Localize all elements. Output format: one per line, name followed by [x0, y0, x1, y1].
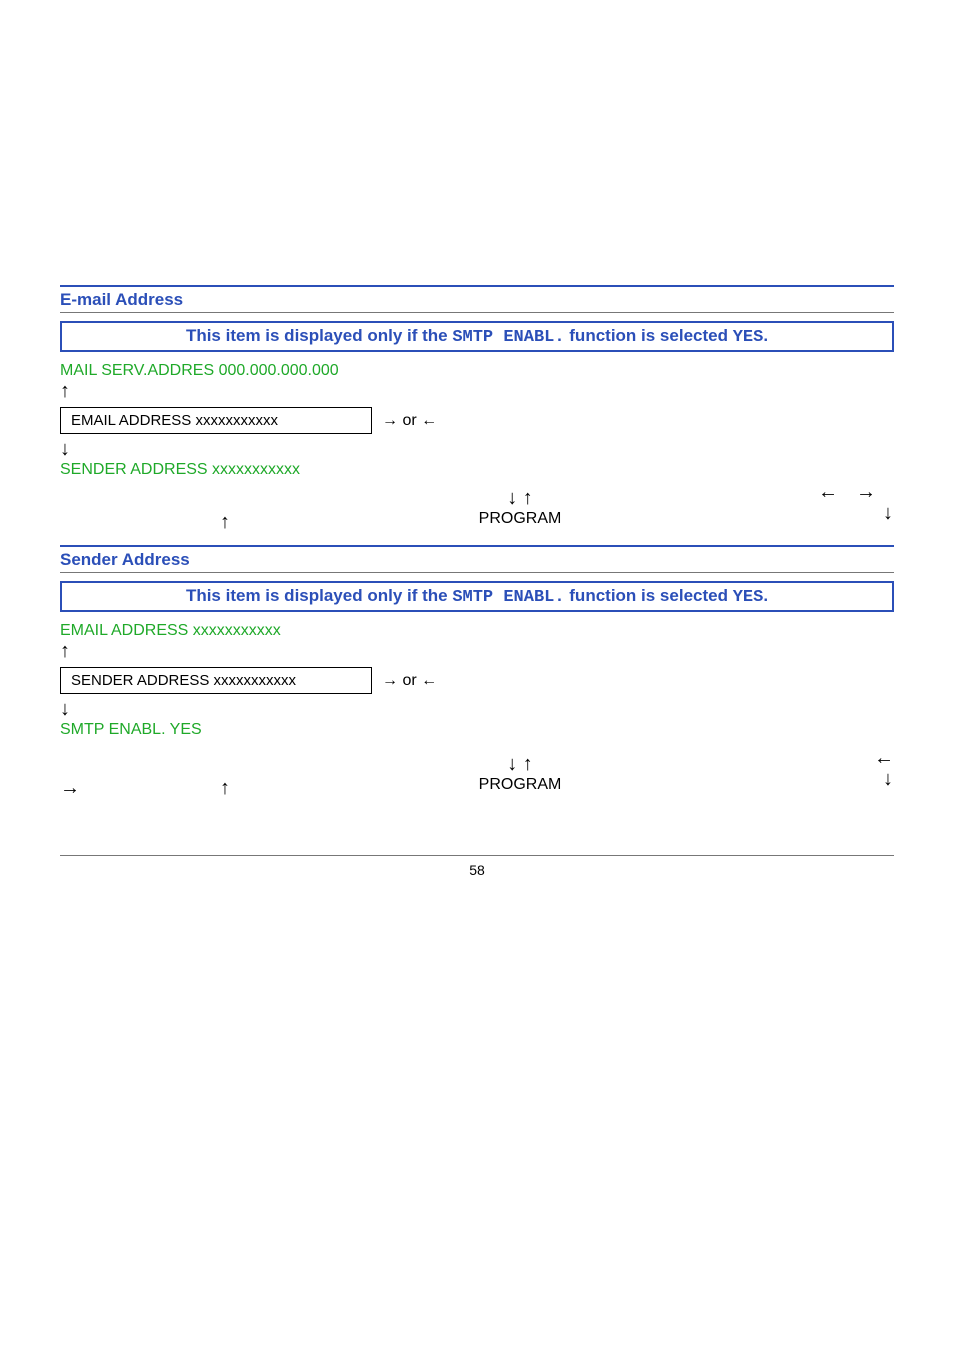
banner-mid: function is selected	[565, 326, 733, 345]
email-address-field[interactable]: EMAIL ADDRESS xxxxxxxxxxx	[60, 407, 372, 434]
nav-row: → ↑ ↓ ↑ PROGRAM ← ↓	[60, 753, 894, 811]
next-item: SMTP ENABL. YES	[60, 721, 894, 739]
left-arrow-icon: ←	[421, 672, 437, 689]
down-arrow-icon: ↓	[60, 438, 894, 461]
nav-program-label: PROGRAM	[440, 776, 600, 794]
prev-item: MAIL SERV.ADDRES 000.000.000.000	[60, 362, 894, 380]
nav-leftright-arrows-icon: ←→	[818, 481, 894, 503]
banner-mono: YES	[733, 588, 764, 607]
banner-text: This item is displayed only if the SMTP …	[186, 586, 768, 605]
section-title-sender: Sender Address	[60, 547, 894, 572]
down-arrow-icon: ↓	[60, 698, 894, 721]
banner-mono: YES	[733, 328, 764, 347]
or-text: or	[398, 412, 421, 429]
small-right-arrow-icon: →	[60, 777, 80, 800]
banner-post: .	[763, 586, 768, 605]
or-text: or	[398, 672, 421, 689]
banner-text: This item is displayed only if the SMTP …	[186, 326, 768, 345]
divider	[60, 312, 894, 313]
divider	[60, 572, 894, 573]
up-arrow-icon: ↑	[60, 380, 894, 403]
up-arrow-icon: ↑	[60, 640, 894, 663]
nav-up-arrow-icon: ↑	[220, 511, 230, 534]
nav-or: → or ←	[382, 672, 437, 690]
info-banner: This item is displayed only if the SMTP …	[60, 321, 894, 352]
next-item: SENDER ADDRESS xxxxxxxxxxx	[60, 461, 894, 479]
banner-mid: function is selected	[565, 586, 733, 605]
right-arrow-icon: →	[382, 672, 398, 689]
nav-left-arrow-icon: ←	[874, 747, 894, 769]
divider	[60, 855, 894, 856]
nav-updown-arrows-icon: ↓ ↑	[440, 753, 600, 776]
banner-pre: This item is displayed only if the	[186, 326, 452, 345]
left-arrow-icon: ←	[421, 412, 437, 429]
nav-updown-arrows-icon: ↓ ↑	[440, 487, 600, 510]
section-title-email: E-mail Address	[60, 287, 894, 312]
nav-down-arrow-icon: ↓	[818, 502, 894, 525]
banner-post: .	[763, 326, 768, 345]
nav-program-label: PROGRAM	[440, 510, 600, 528]
banner-mono: SMTP ENABL.	[452, 588, 564, 607]
prev-item: EMAIL ADDRESS xxxxxxxxxxx	[60, 622, 894, 640]
nav-down-arrow-icon: ↓	[874, 768, 894, 791]
nav-up-arrow-icon: ↑	[220, 777, 230, 800]
right-arrow-icon: →	[382, 412, 398, 429]
banner-pre: This item is displayed only if the	[186, 586, 452, 605]
nav-or: → or ←	[382, 412, 437, 430]
info-banner: This item is displayed only if the SMTP …	[60, 581, 894, 612]
banner-mono: SMTP ENABL.	[452, 328, 564, 347]
nav-row: ↑ ↓ ↑ PROGRAM ←→ ↓	[60, 487, 894, 545]
sender-address-field[interactable]: SENDER ADDRESS xxxxxxxxxxx	[60, 667, 372, 694]
page-number: 58	[60, 862, 894, 878]
